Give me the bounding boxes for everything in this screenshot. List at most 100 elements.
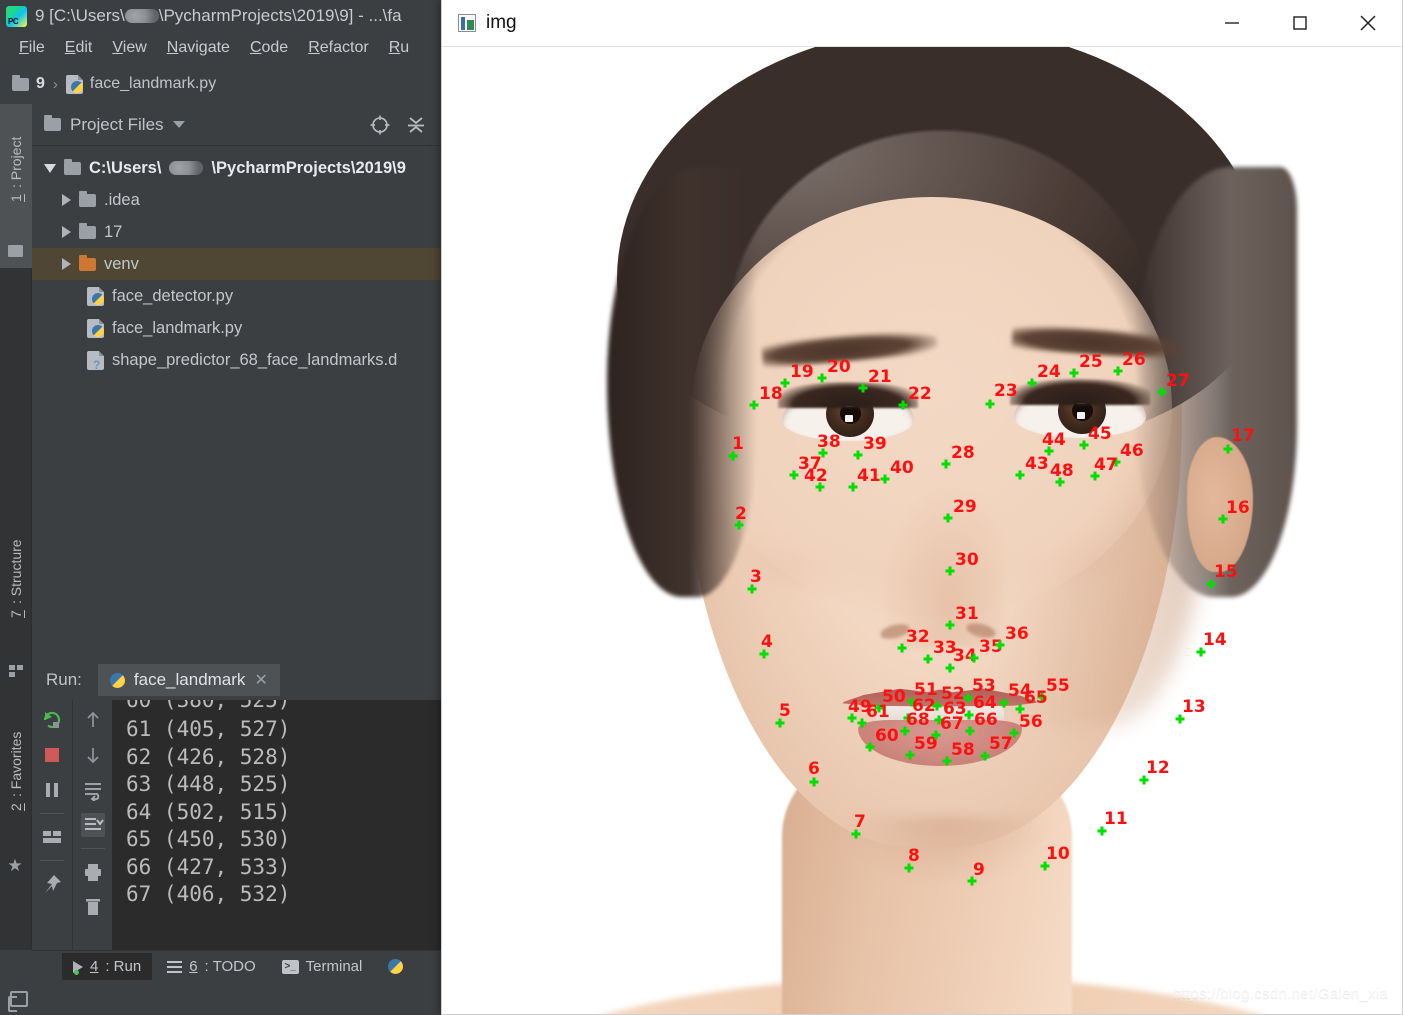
menu-edit[interactable]: Edit [56,36,102,60]
close-icon[interactable]: ✕ [254,670,267,690]
breadcrumb-folder-label: 9 [36,75,45,93]
breadcrumb-separator: › [53,76,58,93]
minimize-button[interactable] [1198,0,1266,47]
layout-icon[interactable] [40,825,64,849]
breadcrumb-file-label: face_landmark.py [90,75,216,93]
sidebar-item-project[interactable]: 1: Project [0,104,32,234]
tab-todo[interactable]: 6: TODO [156,953,266,980]
landmark-label-12: 12 [1146,760,1170,777]
soft-wrap-icon[interactable] [81,778,105,802]
tree-row-label: face_landmark.py [112,319,242,338]
chevron-right-icon[interactable] [62,258,71,270]
landmark-label-28: 28 [951,445,975,462]
menu-run-label: u [400,39,409,56]
sidebar-item-favorites[interactable]: 2: Favorites [0,694,32,849]
project-file-tree[interactable]: C:\Users\\PycharmProjects\2019\9 .idea 1… [32,146,441,376]
landmark-label-7: 7 [854,814,866,831]
up-arrow-icon[interactable] [81,708,105,732]
pause-icon[interactable] [40,778,64,802]
image-canvas[interactable]: 1234567891011121314151617181920212223242… [442,47,1402,1014]
run-icon [73,961,83,973]
landmark-label-60: 60 [875,728,899,745]
landmark-label-19: 19 [790,364,814,381]
landmark-label-4: 4 [761,634,773,651]
menu-file-mnemonic: F [19,39,29,56]
chevron-down-icon[interactable] [44,164,56,173]
nose [872,467,1002,647]
python-file-icon [66,75,83,94]
left-tool-strip: 1: Project 7: Structure 2: Favorites ★ [0,104,32,950]
tree-row-label: face_detector.py [112,287,233,306]
menu-refactor[interactable]: Refactor [299,36,377,60]
menu-file[interactable]: File [10,36,54,60]
console-line: 65 (450, 530) [126,826,442,854]
terminal-icon: >_ [282,960,299,974]
landmark-label-47: 47 [1094,457,1118,474]
scroll-to-end-icon[interactable] [81,813,105,837]
python-file-icon [87,319,104,338]
tree-row-label-head: C:\Users\ [89,159,161,178]
structure-icon-slot[interactable] [0,654,32,688]
tree-row-venv[interactable]: venv [32,248,441,280]
pin-icon[interactable] [40,872,64,896]
menu-code[interactable]: Code [241,36,297,60]
tab-run-mnemonic: 4 [90,958,98,975]
tree-row-17[interactable]: 17 [32,216,441,248]
sidebar-project-icon-slot[interactable] [0,234,32,268]
ide-window-title-tail: \PycharmProjects\2019\9] - ...\fa [159,6,402,25]
landmark-label-44: 44 [1042,432,1066,449]
chevron-right-icon[interactable] [62,226,71,238]
print-icon[interactable] [81,860,105,884]
sidebar-item-structure[interactable]: 7: Structure [0,504,32,654]
down-arrow-icon[interactable] [81,743,105,767]
menu-code-label: ode [262,39,289,56]
menu-refactor-label: efactor [320,39,369,56]
tab-run[interactable]: 4: Run [62,953,152,980]
run-tool-window: Run: face_landmark ✕ [32,660,442,950]
landmark-label-42: 42 [804,468,828,485]
landmark-label-18: 18 [759,386,783,403]
eye-right [1014,384,1146,438]
image-viewer-window: img [441,0,1403,1015]
tab-terminal[interactable]: >_ Terminal [271,953,374,980]
landmark-label-67: 67 [940,716,964,733]
tree-row-shape-predictor[interactable]: shape_predictor_68_face_landmarks.d [32,344,441,376]
run-toolbar-left [32,700,72,950]
close-button[interactable] [1334,0,1402,47]
tree-row-label: venv [104,255,139,274]
favorites-icon-slot[interactable]: ★ [0,849,32,883]
chevron-down-icon[interactable] [173,121,185,128]
landmark-label-22: 22 [908,386,932,403]
folder-icon [64,162,81,175]
maximize-button[interactable] [1266,0,1334,47]
locate-target-icon[interactable] [369,114,391,136]
run-tab-label: face_landmark [134,670,246,690]
collapse-all-icon[interactable] [405,114,427,136]
trash-icon[interactable] [81,895,105,919]
chevron-right-icon[interactable] [62,194,71,206]
landmark-label-61: 61 [866,704,890,721]
breadcrumb-folder[interactable]: 9 [12,75,45,93]
landmark-label-58: 58 [951,742,975,759]
rerun-icon[interactable] [40,708,64,732]
tab-python-console[interactable] [377,954,414,979]
face-photo [442,47,1402,1014]
run-tab-face-landmark[interactable]: face_landmark ✕ [98,664,280,696]
landmark-label-14: 14 [1203,632,1227,649]
menu-view[interactable]: View [103,36,155,60]
console-line: 66 (427, 533) [126,854,442,882]
image-window-title-bar[interactable]: img [442,0,1402,47]
tree-row-face-landmark[interactable]: face_landmark.py [32,312,441,344]
tree-row-idea[interactable]: .idea [32,184,441,216]
tree-row-project-root[interactable]: C:\Users\\PycharmProjects\2019\9 [32,152,441,184]
menu-navigate[interactable]: Navigate [158,36,239,60]
stop-icon[interactable] [40,743,64,767]
menu-run[interactable]: Ru [380,36,418,60]
run-window-label: Run: [46,670,82,690]
run-console-output[interactable]: 60 (380, 525) 61 (405, 527) 62 (426, 528… [112,700,442,950]
toggle-toolwindows-icon[interactable] [10,991,28,1007]
breadcrumb-file[interactable]: face_landmark.py [66,75,216,94]
tree-row-face-detector[interactable]: face_detector.py [32,280,441,312]
structure-icon [9,665,23,677]
image-window-title: img [486,12,517,34]
